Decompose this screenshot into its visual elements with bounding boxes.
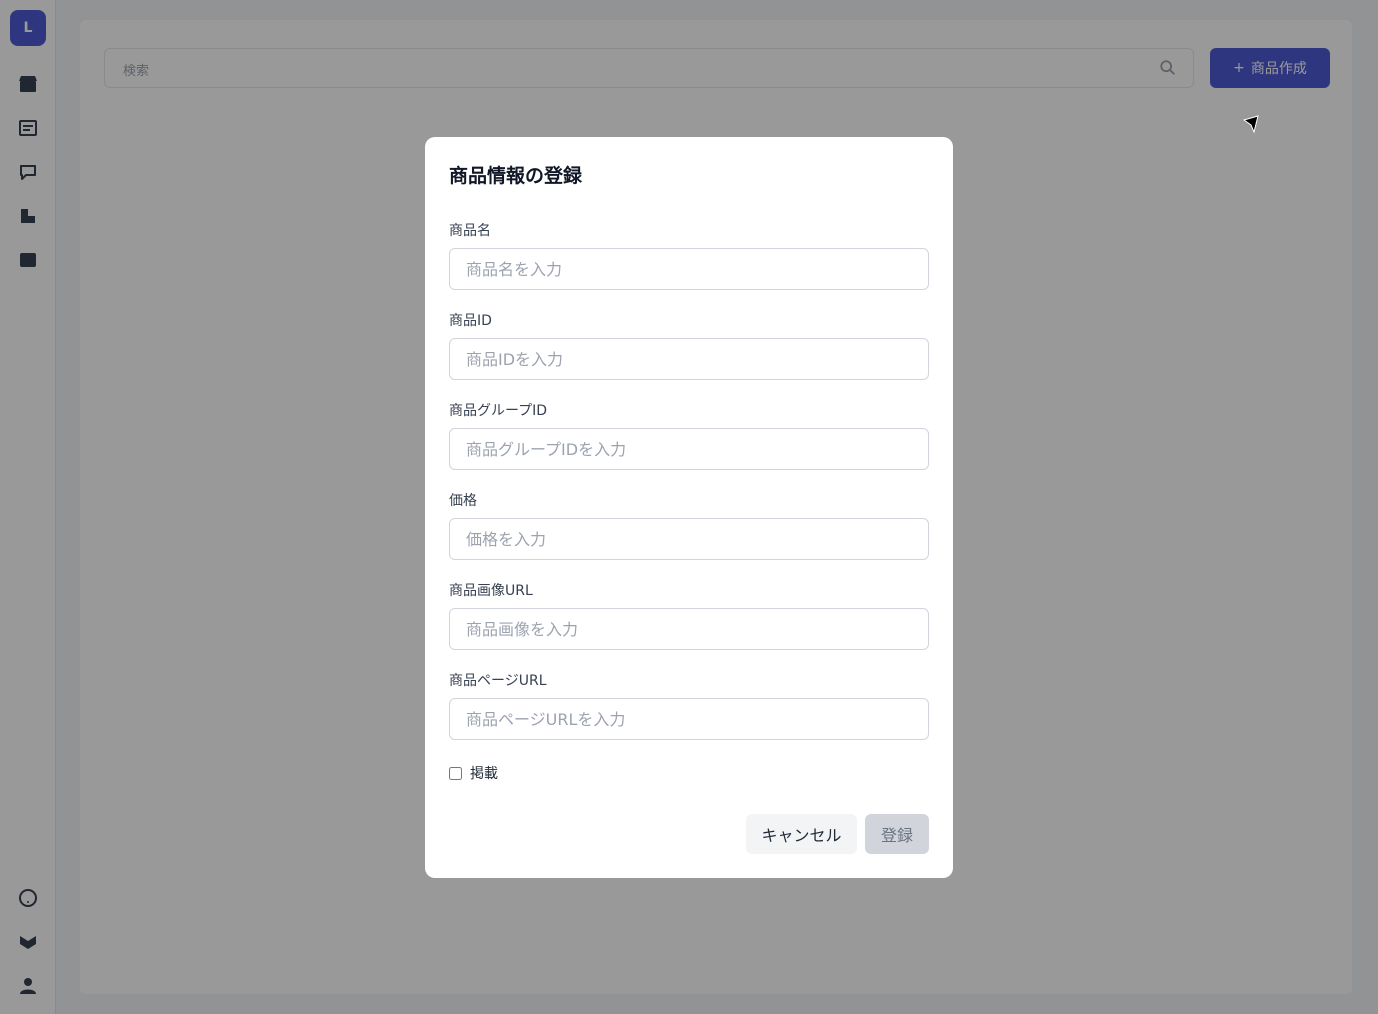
modal-title: 商品情報の登録: [449, 165, 583, 187]
price-input[interactable]: [449, 518, 929, 560]
product-id-label: 商品ID: [449, 313, 492, 329]
product-page-url-field: 商品ページURL: [449, 672, 929, 740]
product-id-input[interactable]: [449, 338, 929, 380]
product-register-modal: 商品情報の登録 商品名 商品ID 商品グループID 価格 商品画像URL 商品ペ…: [425, 137, 953, 878]
product-name-field: 商品名: [449, 222, 929, 290]
product-image-url-label: 商品画像URL: [449, 583, 533, 599]
cancel-button[interactable]: キャンセル: [746, 814, 857, 854]
price-label: 価格: [449, 493, 477, 509]
product-group-id-label: 商品グループID: [449, 403, 548, 419]
product-group-id-field: 商品グループID: [449, 402, 929, 470]
product-image-url-input[interactable]: [449, 608, 929, 650]
register-button[interactable]: 登録: [865, 814, 929, 854]
product-name-label: 商品名: [449, 223, 491, 239]
publish-toggle[interactable]: 掲載: [449, 763, 498, 783]
product-group-id-input[interactable]: [449, 428, 929, 470]
product-name-input[interactable]: [449, 248, 929, 290]
product-id-field: 商品ID: [449, 312, 929, 380]
product-page-url-label: 商品ページURL: [449, 673, 547, 689]
product-image-url-field: 商品画像URL: [449, 582, 929, 650]
mouse-cursor-icon: [1242, 115, 1259, 134]
price-field: 価格: [449, 492, 929, 560]
product-page-url-input[interactable]: [449, 698, 929, 740]
publish-label: 掲載: [470, 766, 498, 782]
publish-checkbox[interactable]: [449, 766, 462, 780]
